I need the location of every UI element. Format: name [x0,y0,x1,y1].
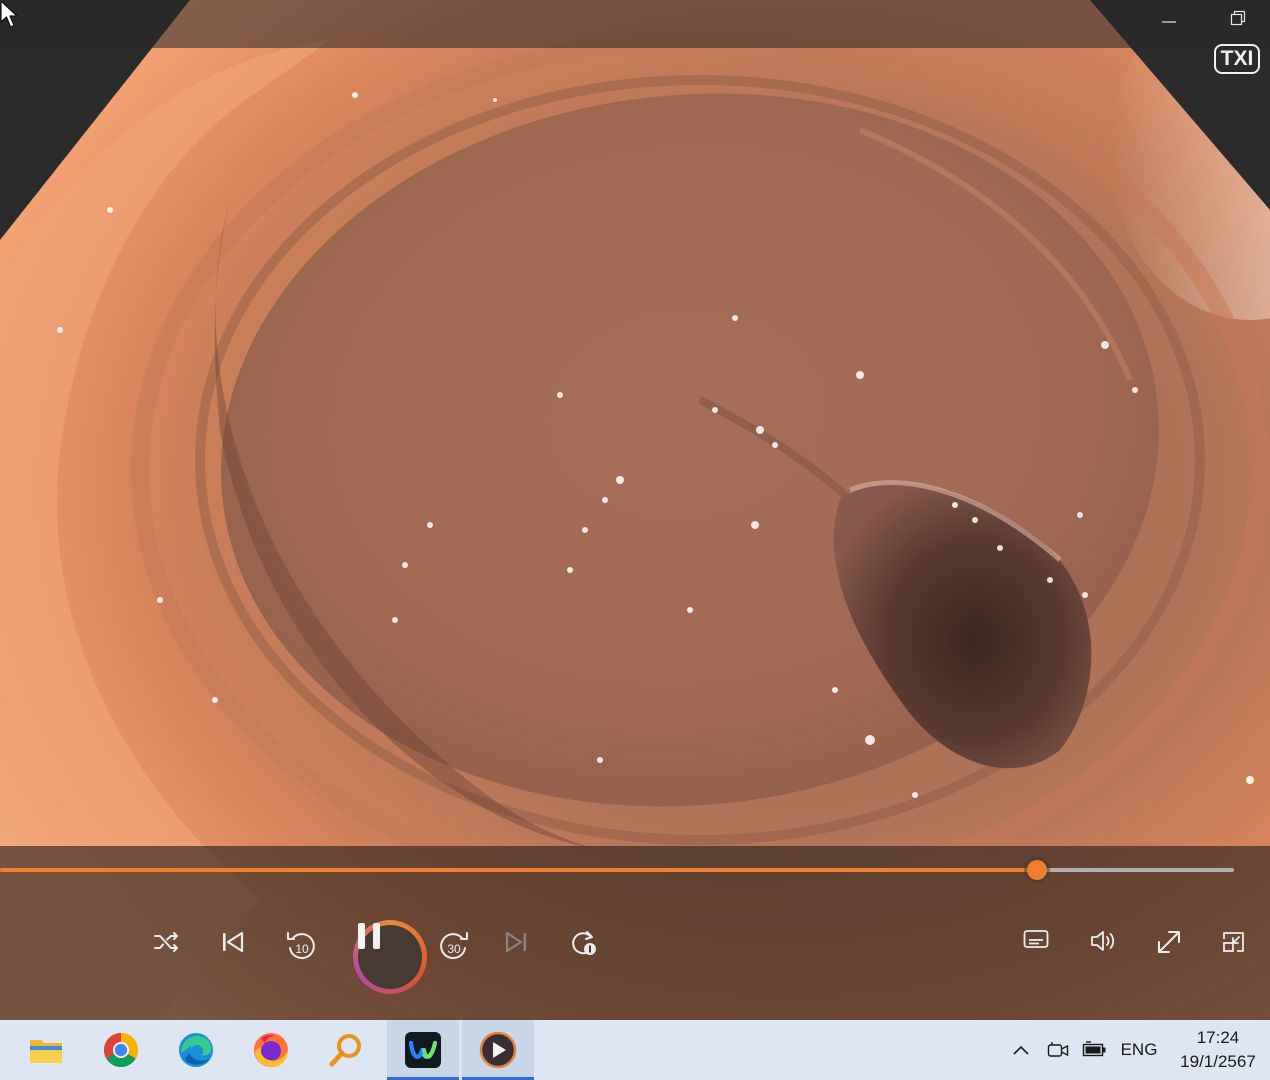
shuffle-icon [154,932,178,952]
mini-view-icon [1223,932,1244,952]
previous-icon [223,931,244,953]
minimize-icon[interactable] [1161,10,1191,38]
pause-icon [358,923,380,949]
subtitles-icon [1023,930,1049,948]
show-hidden-icons-button[interactable] [1008,1036,1034,1064]
shuffle-button[interactable] [152,928,212,988]
forward-30-icon: 30 [440,932,468,960]
chevron-up-icon [1013,1045,1029,1055]
battery-status[interactable] [1080,1036,1110,1064]
video-frame[interactable]: TXI 10 30 [0,0,1270,1020]
previous-button[interactable] [218,928,278,988]
clock-time: 17:24 [1196,1028,1240,1047]
forward-seconds-label: 30 [447,942,461,956]
taskbar-media-player[interactable] [462,1020,534,1080]
media-player-icon [479,1031,517,1069]
taskbar-search-app[interactable] [310,1020,382,1080]
file-explorer-icon [30,1040,62,1063]
fullscreen-button[interactable] [1155,928,1215,988]
repeat-button[interactable] [569,928,629,988]
taskbar-chrome[interactable] [85,1020,157,1080]
taskbar-clock[interactable]: 17:24 19/1/2567 [1170,1026,1266,1074]
txi-badge: TXI [1214,44,1260,74]
chrome-icon [104,1033,138,1067]
camera-mic-icon [1047,1042,1069,1057]
input-language-indicator[interactable]: ENG [1118,1036,1160,1064]
mini-view-button[interactable] [1220,928,1270,988]
volume-icon [1091,931,1115,951]
seek-bar-thumb[interactable] [1026,860,1047,880]
volume-button[interactable] [1089,928,1149,988]
window-title-bar [0,0,1270,48]
taskbar-firefox[interactable] [235,1020,307,1080]
search-app-icon [329,1034,361,1067]
repeat-once-icon [572,931,596,955]
fullscreen-icon [1158,931,1180,953]
edge-icon [179,1033,213,1067]
taskbar: ENG 17:24 19/1/2567 [0,1020,1270,1080]
rewind-10-button[interactable]: 10 [284,928,344,988]
rewind-seconds-label: 10 [295,942,309,956]
next-icon [505,931,527,953]
forward-30-button[interactable]: 30 [437,928,497,988]
meet-now-button[interactable] [1044,1036,1072,1064]
play-pause-inner [358,923,422,989]
play-pause-button[interactable] [353,920,427,994]
seek-bar-progress [0,868,1037,872]
taskbar-file-explorer[interactable] [10,1020,82,1080]
taskbar-webex[interactable] [387,1020,459,1080]
clock-date: 19/1/2567 [1180,1052,1256,1071]
battery-charging-icon [1082,1041,1106,1057]
seek-bar[interactable] [0,860,1234,880]
next-button[interactable] [503,928,563,988]
rewind-10-icon: 10 [287,932,315,960]
taskbar-edge[interactable] [160,1020,232,1080]
subtitles-button[interactable] [1023,928,1083,988]
firefox-icon [254,1033,288,1067]
webex-icon [405,1032,441,1068]
restore-icon[interactable] [1230,10,1260,38]
